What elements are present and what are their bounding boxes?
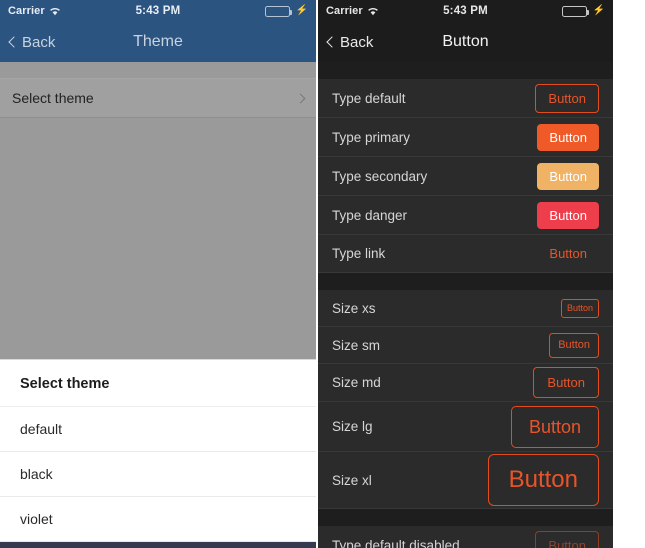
sheet-bottom-bar [0,542,316,548]
row-type-default[interactable]: Type default Button [318,79,613,118]
back-button-label: Back [22,33,56,51]
chevron-left-icon [8,35,20,48]
status-bar-left: Carrier 5:43 PM ⚡ [0,0,316,22]
chevron-right-icon [295,93,306,103]
sheet-title: Select theme [0,360,316,407]
button-type-secondary[interactable]: Button [537,162,599,190]
row-type-danger[interactable]: Type danger Button [318,196,613,235]
row-type-link[interactable]: Type link Button [318,235,613,273]
battery-icon [561,5,589,17]
status-bar-right-group-2: ⚡ [561,5,605,17]
nav-bar-button: Back Button [318,22,613,62]
row-size-xl[interactable]: Size xl Button [318,452,613,509]
nav-bar-theme: Back Theme [0,22,316,62]
row-label: Type danger [332,207,408,223]
select-theme-sheet: Select theme default black violet [0,359,316,548]
button-type-default[interactable]: Button [535,83,599,113]
button-size-sm[interactable]: Button [549,332,599,358]
battery-icon [264,5,292,17]
theme-body: Select theme Select theme default black … [0,62,316,548]
sheet-option-violet[interactable]: violet [0,497,316,542]
row-label: Type secondary [332,168,428,184]
status-bar-right: Carrier 5:43 PM ⚡ [318,0,613,22]
row-label: Type primary [332,129,411,145]
button-type-default-disabled[interactable]: Button [535,530,599,548]
button-size-lg[interactable]: Button [510,405,599,448]
row-type-default-disabled[interactable]: Type default disabled Button [318,526,613,548]
screenshot-root: Carrier 5:43 PM ⚡ Back Theme Select them… [0,0,645,548]
back-button-label-2: Back [340,33,374,51]
row-label: Size lg [332,419,373,434]
button-screen: Carrier 5:43 PM ⚡ Back Button Type defau… [318,0,613,548]
sheet-option-black[interactable]: black [0,452,316,497]
lightning-bolt-icon: ⚡ [295,5,308,16]
back-button-theme[interactable]: Back [8,33,56,51]
row-size-md[interactable]: Size md Button [318,364,613,402]
button-size-xl[interactable]: Button [487,454,599,506]
row-type-secondary[interactable]: Type secondary Button [318,157,613,196]
section-gap-sizes [318,273,613,290]
row-label: Size xl [332,472,372,488]
back-button-button-screen[interactable]: Back [326,33,374,51]
list-top-gap [0,62,316,78]
row-label: Type default disabled [332,537,460,548]
button-type-danger[interactable]: Button [537,201,599,229]
row-label: Type default [332,90,406,106]
button-type-link[interactable]: Button [537,240,599,267]
row-label: Type link [332,246,386,261]
button-size-md[interactable]: Button [533,367,599,398]
theme-screen: Carrier 5:43 PM ⚡ Back Theme Select them… [0,0,316,548]
status-bar-right-group: ⚡ [264,5,308,17]
row-type-primary[interactable]: Type primary Button [318,118,613,157]
list-item-select-theme[interactable]: Select theme [0,78,316,118]
section-gap-states [318,509,613,526]
section-gap-types [318,62,613,79]
button-size-xs[interactable]: Button [560,298,599,318]
row-label: Size xs [332,300,376,316]
row-label: Size sm [332,337,381,353]
row-size-lg[interactable]: Size lg Button [318,402,613,452]
button-type-primary[interactable]: Button [537,123,599,151]
row-label: Size md [332,375,381,390]
lightning-bolt-icon: ⚡ [592,5,605,16]
list-item-label: Select theme [12,90,94,106]
chevron-left-icon [326,35,338,48]
row-size-xs[interactable]: Size xs Button [318,290,613,327]
button-list: Type default Button Type primary Button … [318,62,613,548]
sheet-option-default[interactable]: default [0,407,316,452]
row-size-sm[interactable]: Size sm Button [318,327,613,364]
